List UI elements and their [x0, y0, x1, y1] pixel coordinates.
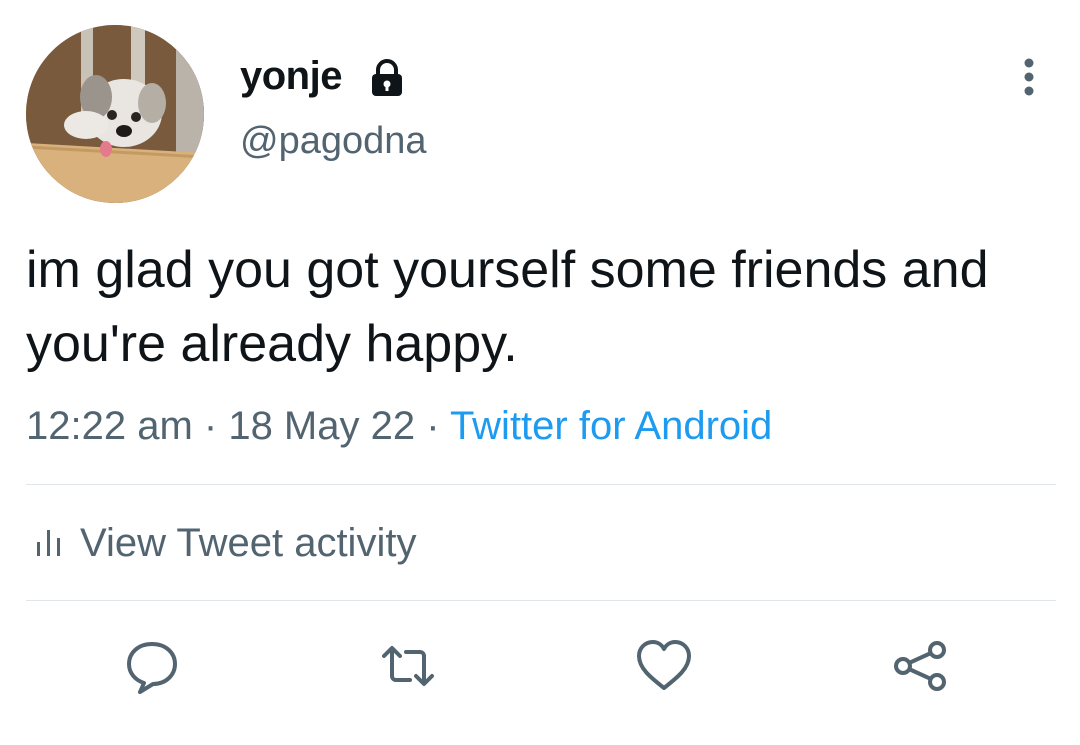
tweet-metadata: 12:22 am · 18 May 22 · Twitter for Andro… — [26, 402, 772, 450]
retweet-icon[interactable] — [378, 636, 438, 696]
tweet-source-link[interactable]: Twitter for Android — [450, 404, 772, 448]
view-tweet-activity-button[interactable]: View Tweet activity — [34, 518, 416, 568]
divider — [26, 600, 1056, 601]
comment-icon[interactable] — [122, 636, 182, 696]
display-name[interactable]: yonje — [240, 52, 342, 100]
user-handle[interactable]: @pagodna — [240, 118, 427, 164]
heart-icon[interactable] — [634, 636, 694, 696]
tweet-date[interactable]: 18 May 22 — [228, 404, 415, 448]
lock-icon — [372, 59, 402, 96]
bar-chart-icon — [37, 530, 60, 556]
divider — [26, 484, 1056, 485]
more-options-icon[interactable] — [1014, 55, 1044, 99]
view-tweet-activity-label: View Tweet activity — [80, 521, 417, 565]
tweet-detail: yonje @pagodna im glad you got yourself … — [0, 0, 1080, 745]
tweet-text: im glad you got yourself some friends an… — [26, 241, 989, 373]
meta-separator: · — [415, 404, 450, 448]
meta-separator: · — [192, 404, 229, 448]
avatar-image — [26, 25, 204, 203]
avatar[interactable] — [26, 25, 204, 203]
share-icon[interactable] — [890, 636, 950, 696]
tweet-time[interactable]: 12:22 am — [26, 404, 193, 448]
